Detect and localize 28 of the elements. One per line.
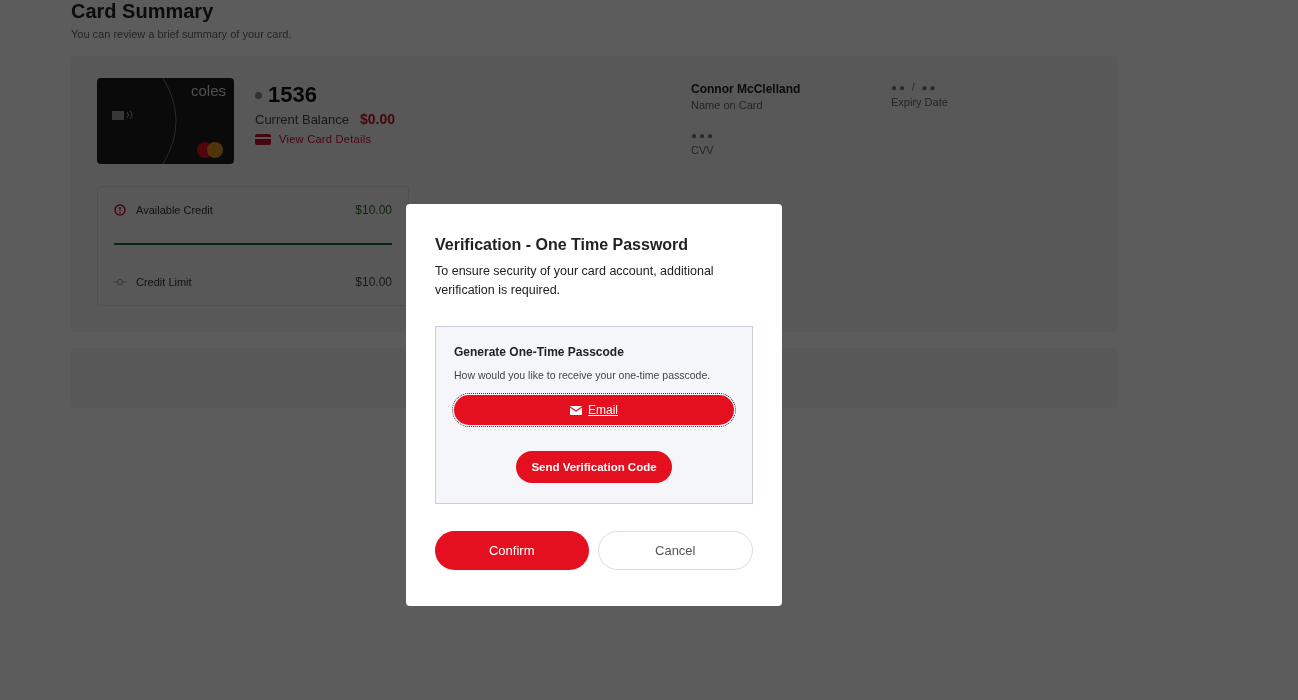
confirm-button[interactable]: Confirm bbox=[435, 531, 589, 570]
cancel-button[interactable]: Cancel bbox=[597, 531, 753, 570]
available-credit-value: $10.00 bbox=[355, 203, 392, 217]
dialog-message: To ensure security of your card account, additional verification is required. bbox=[435, 263, 715, 299]
mask-dot-icon bbox=[255, 91, 262, 99]
info-icon bbox=[114, 204, 126, 216]
send-code-button[interactable]: Send Verification Code bbox=[516, 451, 672, 483]
card-icon bbox=[255, 133, 271, 145]
card-brand: coles bbox=[190, 82, 226, 99]
section-title: Generate One-Time Passcode bbox=[454, 345, 625, 359]
credit-limit-label: Credit Limit bbox=[136, 276, 192, 288]
circles-logo bbox=[197, 142, 223, 158]
dialog-title: Verification - One Time Password bbox=[435, 236, 690, 254]
page-title: Card Summary bbox=[71, 0, 215, 22]
balance-value: $0.00 bbox=[359, 111, 395, 127]
email-option[interactable]: Email bbox=[454, 395, 734, 425]
available-credit-label: Available Credit bbox=[136, 204, 213, 216]
cvv-value: ●●● bbox=[691, 129, 717, 141]
cardholder-name: Connor McClelland bbox=[691, 82, 802, 96]
card-number: 1536 bbox=[268, 82, 317, 108]
chip-icon bbox=[112, 111, 124, 120]
expiry-value: ●● / ●● bbox=[891, 82, 939, 93]
section-hint: How would you like to receive your one-time passcode. bbox=[454, 369, 712, 381]
credit-limit-value: $10.00 bbox=[355, 275, 392, 289]
balance-label: Current Balance bbox=[255, 112, 349, 127]
limit-icon bbox=[114, 278, 126, 286]
mail-icon bbox=[570, 405, 582, 415]
contactless-icon bbox=[126, 110, 133, 120]
